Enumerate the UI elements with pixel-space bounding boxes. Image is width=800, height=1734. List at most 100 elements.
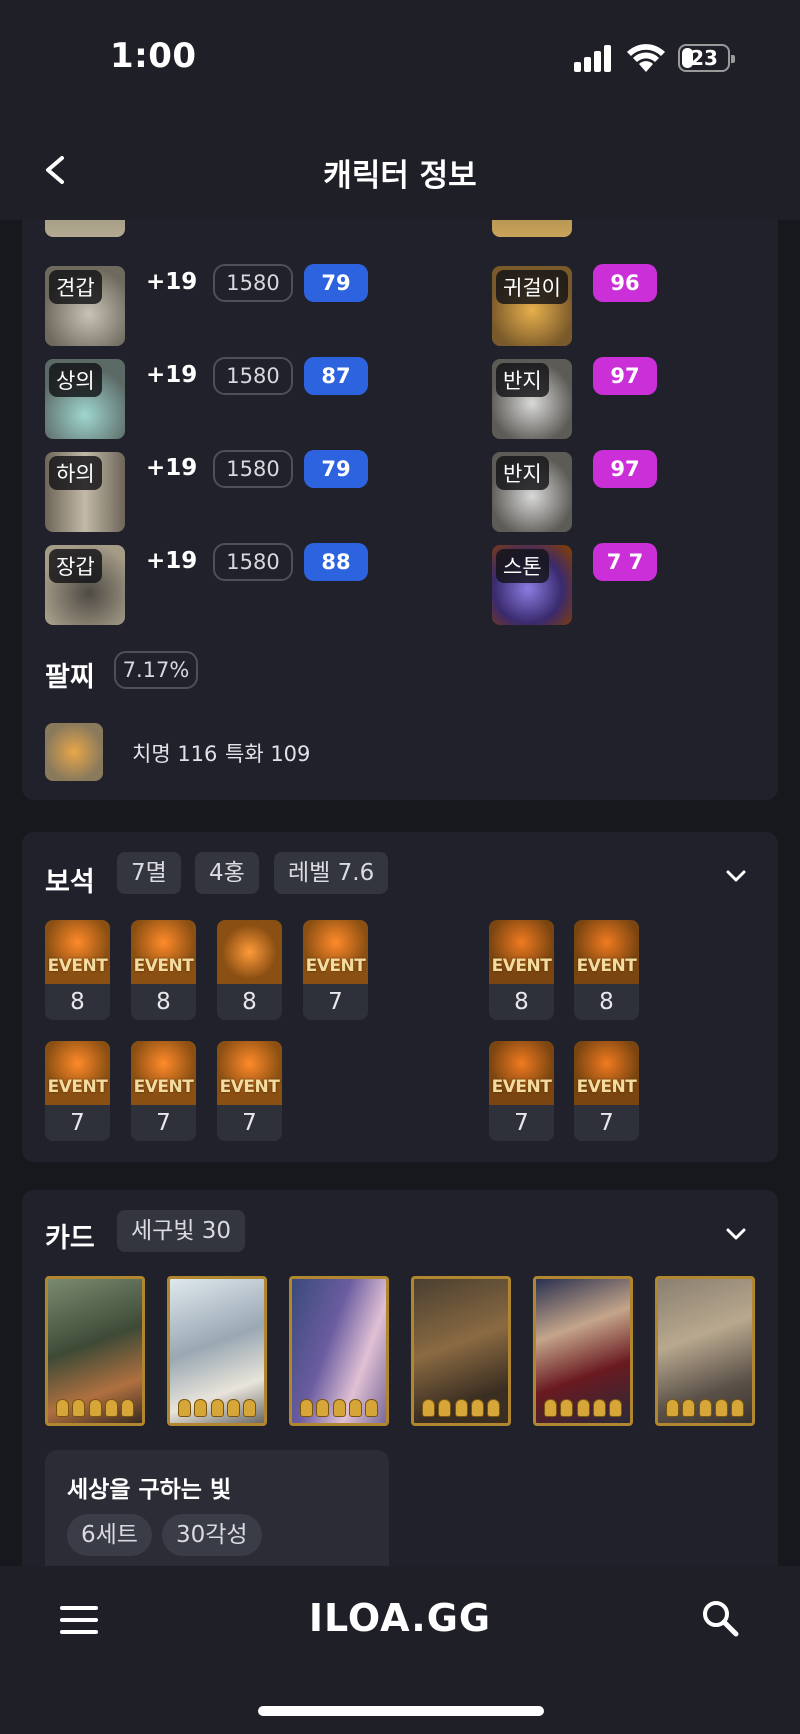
equipment-label: 견갑 — [49, 270, 102, 304]
site-logo[interactable]: ILOA.GG — [0, 1596, 800, 1640]
awakening-gems — [178, 1399, 256, 1417]
honing-level: +19 — [146, 269, 198, 295]
event-label: EVENT — [47, 1077, 108, 1097]
bracelet-image[interactable] — [45, 723, 103, 781]
cellular-signal-icon — [574, 44, 614, 72]
gem-item[interactable]: EVENT 7 — [489, 1041, 554, 1141]
equipment-ring-image[interactable]: 반지 — [492, 452, 572, 532]
awakening-gems — [300, 1399, 378, 1417]
equipment-pants-image[interactable]: 하의 — [45, 452, 125, 532]
cards-title: 카드 — [45, 1223, 95, 1254]
awakening-gems — [422, 1399, 500, 1417]
partial-weapon-image — [45, 220, 125, 237]
bracelet-title: 팔찌 — [45, 662, 95, 693]
battery-icon: 23 — [678, 44, 735, 72]
card-set-box: 세상을 구하는 빛 6세트 30각성 — [45, 1450, 389, 1566]
quality-badge: 96 — [593, 264, 657, 302]
honing-level: +19 — [146, 548, 198, 574]
quality-badge: 97 — [593, 450, 657, 488]
awakening-gems — [544, 1399, 622, 1417]
equipment-label: 귀걸이 — [496, 270, 568, 304]
card-image[interactable] — [289, 1276, 389, 1426]
equipment-section: 견갑 +19 1580 79 귀걸이 96 상의 +19 1580 87 반지 … — [22, 220, 778, 800]
gem-item[interactable]: EVENT 8 — [489, 920, 554, 1020]
wifi-icon — [627, 44, 665, 72]
page-title: 캐릭터 정보 — [323, 158, 477, 194]
gem-level: 8 — [70, 989, 85, 1015]
home-indicator[interactable] — [258, 1706, 544, 1716]
event-label: EVENT — [133, 1077, 194, 1097]
bracelet-stat: 특화 109 — [225, 742, 311, 766]
gem-item[interactable]: EVENT 7 — [574, 1041, 639, 1141]
battery-level: 23 — [690, 46, 718, 70]
event-label: EVENT — [576, 1077, 637, 1097]
gem-level: 7 — [242, 1110, 257, 1136]
search-icon[interactable] — [700, 1598, 740, 1638]
gem-level: 8 — [514, 989, 529, 1015]
gem-item[interactable]: 8 — [217, 920, 282, 1020]
event-label: EVENT — [219, 1077, 280, 1097]
equipment-label: 반지 — [496, 363, 549, 397]
item-level-badge: 1580 — [213, 264, 293, 302]
equipment-label: 반지 — [496, 456, 549, 490]
gem-level: 7 — [514, 1110, 529, 1136]
gem-level: 8 — [599, 989, 614, 1015]
status-time: 1:00 — [110, 36, 197, 76]
chevron-down-icon[interactable] — [722, 1220, 750, 1248]
gem-item[interactable]: EVENT 8 — [131, 920, 196, 1020]
quality-badge: 87 — [304, 357, 368, 395]
equipment-label: 스톤 — [496, 549, 549, 583]
gem-level: 7 — [156, 1110, 171, 1136]
nav-header: 캐릭터 정보 — [0, 120, 800, 220]
gem-tag: 레벨 7.6 — [274, 852, 389, 894]
quality-badge: 88 — [304, 543, 368, 581]
partial-necklace-image — [492, 220, 572, 237]
equipment-gloves-image[interactable]: 장갑 — [45, 545, 125, 625]
equipment-label: 장갑 — [49, 549, 102, 583]
quality-badge: 79 — [304, 264, 368, 302]
event-label: EVENT — [133, 956, 194, 976]
gems-section: 보석 7멸 4홍 레벨 7.6 EVENT 8 EVENT 8 8 EVENT … — [22, 832, 778, 1162]
card-image[interactable] — [533, 1276, 633, 1426]
quality-badge: 7 7 — [593, 543, 657, 581]
gems-title: 보석 — [45, 867, 95, 898]
equipment-label: 상의 — [49, 363, 102, 397]
gem-level: 8 — [242, 989, 257, 1015]
awakening-gems — [666, 1399, 744, 1417]
card-image[interactable] — [167, 1276, 267, 1426]
gem-item[interactable]: EVENT 7 — [131, 1041, 196, 1141]
event-label: EVENT — [491, 956, 552, 976]
equipment-shoulder-image[interactable]: 견갑 — [45, 266, 125, 346]
gem-item[interactable]: EVENT 7 — [217, 1041, 282, 1141]
gem-level: 7 — [328, 989, 343, 1015]
equipment-chest-image[interactable]: 상의 — [45, 359, 125, 439]
bracelet-percent-badge: 7.17% — [114, 651, 198, 689]
gem-item[interactable]: EVENT 8 — [45, 920, 110, 1020]
gem-level: 7 — [70, 1110, 85, 1136]
quality-badge: 79 — [304, 450, 368, 488]
gem-level: 7 — [599, 1110, 614, 1136]
equipment-earring-image[interactable]: 귀걸이 — [492, 266, 572, 346]
card-image[interactable] — [45, 1276, 145, 1426]
chevron-down-icon[interactable] — [722, 862, 750, 890]
gem-item[interactable]: EVENT 7 — [45, 1041, 110, 1141]
ability-stone-image[interactable]: 스톤 — [492, 545, 572, 625]
card-set-awaken-tag: 30각성 — [162, 1514, 262, 1556]
item-level-badge: 1580 — [213, 450, 293, 488]
gem-tag: 4홍 — [195, 852, 259, 894]
bracelet-stat: 치명 116 — [132, 742, 218, 766]
item-level-badge: 1580 — [213, 357, 293, 395]
quality-badge: 97 — [593, 357, 657, 395]
awakening-gems — [56, 1399, 134, 1417]
card-image[interactable] — [411, 1276, 511, 1426]
equipment-label: 하의 — [49, 456, 102, 490]
card-set-name: 세상을 구하는 빛 — [67, 1477, 232, 1503]
event-label: EVENT — [305, 956, 366, 976]
event-label: EVENT — [47, 956, 108, 976]
equipment-ring-image[interactable]: 반지 — [492, 359, 572, 439]
card-image[interactable] — [655, 1276, 755, 1426]
item-level-badge: 1580 — [213, 543, 293, 581]
content-scroll-area[interactable]: 견갑 +19 1580 79 귀걸이 96 상의 +19 1580 87 반지 … — [0, 220, 800, 1566]
gem-item[interactable]: EVENT 7 — [303, 920, 368, 1020]
gem-item[interactable]: EVENT 8 — [574, 920, 639, 1020]
